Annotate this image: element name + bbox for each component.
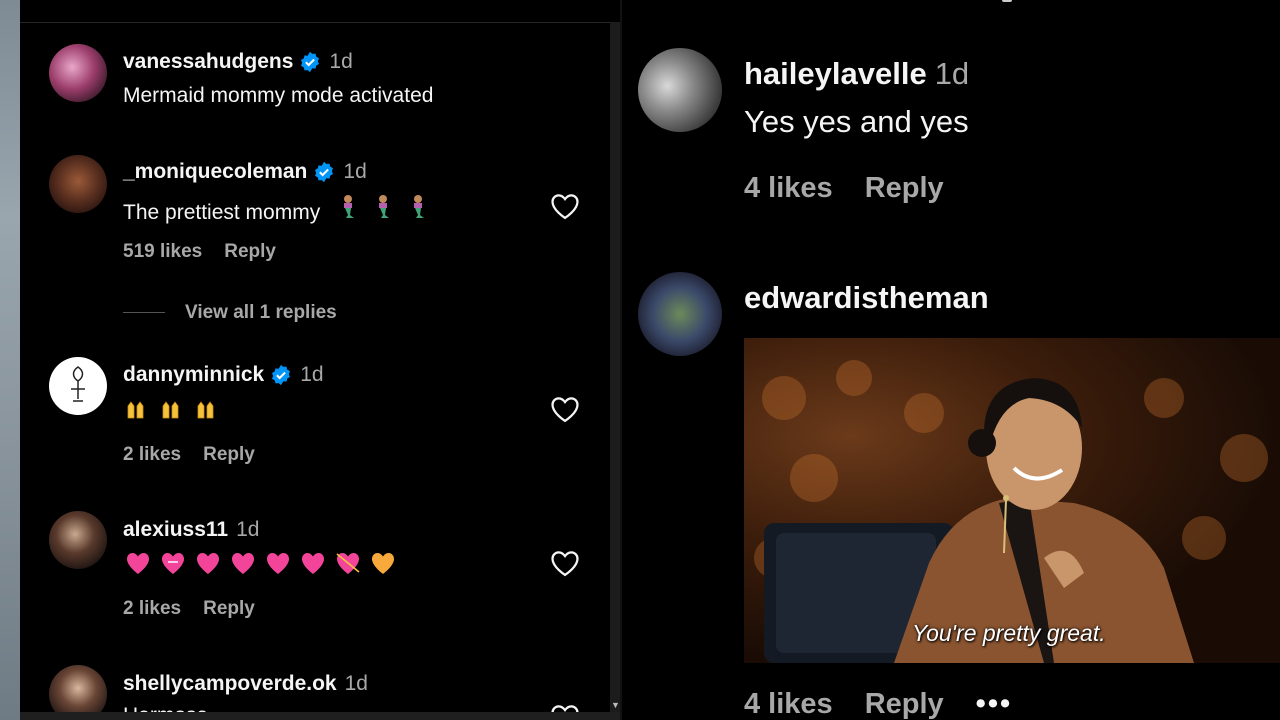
merperson-emoji bbox=[336, 193, 446, 225]
comments-panel-left: vanessahudgens 1d Mermaid mommy mode acti… bbox=[20, 0, 620, 720]
raising-hands-emoji bbox=[125, 398, 235, 420]
like-count[interactable]: 4 likes bbox=[744, 688, 833, 720]
username[interactable]: dannyminnick bbox=[123, 363, 264, 386]
avatar[interactable] bbox=[638, 48, 722, 132]
panel-bottom-bar bbox=[20, 712, 620, 720]
heart-outline-icon[interactable] bbox=[550, 192, 580, 220]
gif-attachment[interactable]: You're pretty great. bbox=[744, 338, 1280, 663]
cropped-element bbox=[1002, 0, 1012, 2]
comment-time: 1d bbox=[300, 363, 324, 386]
like-count[interactable]: 4 likes bbox=[744, 172, 833, 204]
like-count[interactable]: 2 likes bbox=[123, 444, 181, 465]
avatar[interactable] bbox=[49, 357, 107, 415]
username[interactable]: shellycampoverde.ok bbox=[123, 672, 337, 695]
background-edge bbox=[0, 0, 20, 720]
username[interactable]: alexiuss11 bbox=[123, 518, 228, 541]
username[interactable]: edwardistheman bbox=[744, 280, 989, 315]
comment-time: 1d bbox=[343, 160, 367, 183]
heart-outline-icon[interactable] bbox=[550, 549, 580, 577]
avatar[interactable] bbox=[49, 511, 107, 569]
hearts-emoji bbox=[125, 550, 405, 576]
like-count[interactable]: 519 likes bbox=[123, 241, 202, 262]
gif-caption: You're pretty great. bbox=[912, 620, 1106, 646]
comment-time: 1d bbox=[236, 518, 260, 541]
verified-badge-icon bbox=[272, 365, 291, 386]
panel-top-bar bbox=[20, 0, 620, 23]
view-replies-label: View all 1 replies bbox=[185, 302, 337, 323]
comment-text: Yes yes and yes bbox=[744, 104, 969, 139]
heart-outline-icon[interactable] bbox=[550, 395, 580, 423]
like-count[interactable]: 2 likes bbox=[123, 598, 181, 619]
view-replies-button[interactable]: View all 1 replies bbox=[123, 302, 337, 324]
comment-text: The prettiest mommy bbox=[123, 201, 321, 224]
comment-time: 1d bbox=[344, 672, 368, 695]
username[interactable]: haileylavelle bbox=[744, 56, 927, 91]
gif-image bbox=[754, 360, 1268, 663]
reply-divider bbox=[123, 312, 165, 314]
comments-panel-right: haileylavelle 1d Yes yes and yes 4 likes R… bbox=[622, 0, 1280, 720]
comment-time: 1d bbox=[934, 56, 970, 91]
more-options-icon[interactable]: ••• bbox=[976, 688, 1012, 720]
reply-button[interactable]: Reply bbox=[865, 688, 944, 720]
reply-button[interactable]: Reply bbox=[224, 241, 276, 262]
avatar[interactable] bbox=[49, 44, 107, 102]
reply-button[interactable]: Reply bbox=[203, 444, 255, 465]
avatar[interactable] bbox=[49, 155, 107, 213]
reply-button[interactable]: Reply bbox=[865, 172, 944, 204]
reply-button[interactable]: Reply bbox=[203, 598, 255, 619]
username[interactable]: vanessahudgens bbox=[123, 50, 293, 73]
logo-icon bbox=[71, 366, 85, 402]
username[interactable]: _moniquecoleman bbox=[123, 160, 307, 183]
scroll-down-arrow-icon[interactable]: ▼ bbox=[611, 700, 620, 710]
verified-badge-icon bbox=[301, 52, 320, 73]
comment-time: 1d bbox=[329, 50, 353, 73]
avatar[interactable] bbox=[638, 272, 722, 356]
scrollbar[interactable]: ▼ bbox=[610, 22, 620, 712]
verified-badge-icon bbox=[315, 162, 334, 183]
comment-text: Mermaid mommy mode activated bbox=[123, 84, 434, 107]
